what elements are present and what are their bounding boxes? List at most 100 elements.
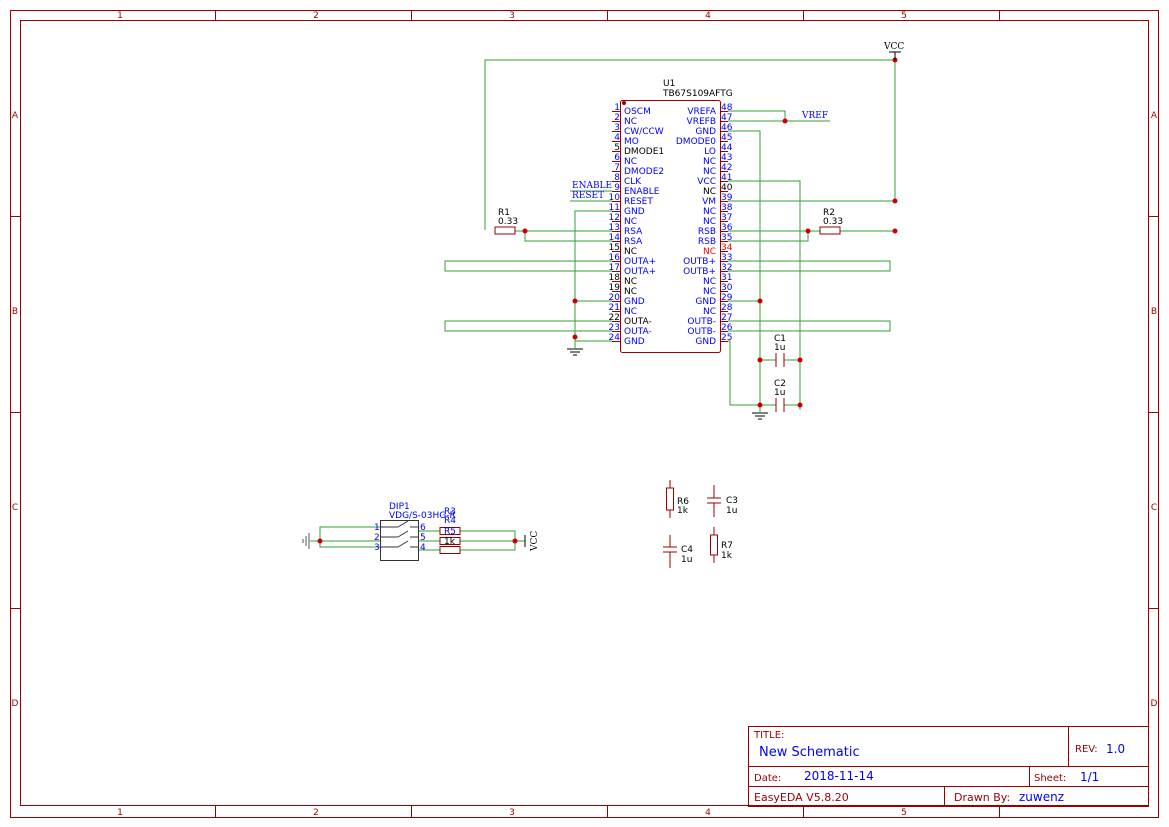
pin-name: RSA [624,237,643,247]
pin-number: 28 [721,303,733,313]
title_block-date_label: Date: [754,773,781,784]
pin-name: OUTB+ [683,257,716,267]
pin-name: OUTA- [624,317,652,327]
pin-name: NC [703,247,716,257]
column-label: 4 [705,11,711,21]
title-label: TITLE: [753,730,784,741]
resistor-r2[interactable]: R2 0.33 [819,208,843,235]
pin-number: 41 [721,173,732,183]
column-label: 3 [509,808,515,818]
pin-name: NC [624,307,637,317]
schematic-title: New Schematic [759,745,860,760]
software-version: EasyEDA V5.8.20 [754,791,849,804]
parts-dip1-pins_right-1: 5 [420,533,426,543]
pin-name: OUTB+ [683,267,716,277]
pin-number: 24 [609,333,621,343]
pin-name: NC [703,167,716,177]
pin-name: GND [624,337,645,347]
parts-dip1-pins_right-2: 4 [420,543,426,553]
pin-name: OUTB- [687,327,716,337]
column-label: 1 [117,808,123,818]
pin-name: RSB [698,227,716,237]
sheet-number: 1/1 [1080,770,1099,784]
capacitor-c3[interactable]: C3 1u [707,485,738,517]
column-label: 3 [509,11,515,21]
row-label: A [12,111,19,121]
title-block: TITLE: New Schematic REV: 1.0 Date: 2018… [748,726,1149,807]
pin-name: NC [703,217,716,227]
resistor-r7[interactable]: R7 1k [710,527,733,563]
pin-number: 10 [609,193,621,203]
pin-number: 21 [609,303,620,313]
capacitor-c1[interactable]: C1 1u [774,334,786,367]
row-label: D [12,699,19,709]
parts-r7-ref: R7 [721,541,733,551]
pin-number: 22 [609,313,620,323]
parts-r2-value: 0.33 [823,217,843,227]
pin-name: RSA [624,227,643,237]
parts-c3-ref: C3 [726,496,738,506]
pin-number: 42 [721,163,732,173]
net-label-reset: RESET [572,191,604,201]
pin-name: GND [624,297,645,307]
pin-number: 18 [609,273,621,283]
parts-r5-ref: R5 [444,527,456,537]
vcc-symbol-2: VCC [524,531,540,552]
wires [310,59,896,551]
pin-name: OUTA+ [624,257,656,267]
ic-value: TB67S109AFTG [662,89,733,99]
pin-name: GND [624,207,645,217]
pin-number: 17 [609,263,620,273]
capacitor-c2[interactable]: C2 1u [774,379,786,412]
pin-number: 7 [614,163,620,173]
pin-number: 47 [721,113,732,123]
vcc-label: VCC [883,42,904,52]
revision: 1.0 [1106,742,1125,756]
date: 2018-11-14 [804,769,874,783]
pin-number: 39 [721,193,733,203]
pin-name: CW/CCW [624,127,664,137]
pin-number: 43 [721,153,732,163]
parts-r7-value: 1k [721,551,733,561]
column-label: 2 [313,808,319,818]
pin-name: NC [624,277,637,287]
column-label: 2 [313,11,319,21]
column-label: 5 [901,11,907,21]
pin-number: 19 [609,283,621,293]
pin-number: 30 [721,283,733,293]
pin-name: OUTB- [687,317,716,327]
pin-number: 36 [721,223,733,233]
row-label: A [1151,111,1158,121]
pin-number: 26 [721,323,733,333]
parts-c3-value: 1u [726,506,737,516]
pin-name: DMODE0 [676,137,716,147]
title_block-drawn_label: Drawn By: [954,791,1010,804]
capacitor-c4[interactable]: C4 1u [663,535,693,568]
sheet-frame [10,10,1159,818]
parts-dip1-pins_left-2: 3 [374,543,380,553]
pin-number: 16 [609,253,621,263]
row-label: C [12,503,18,513]
pin-name: VM [702,197,716,207]
net-label-enable: ENABLE [572,181,612,191]
resistor-r1[interactable]: R1 0.33 [494,208,518,235]
pin-number: 20 [609,293,621,303]
schematic-canvas[interactable]: 1122334455A AB BC CD D VCC VCC VREF ENAB… [0,0,1169,827]
parts-c2-value: 1u [774,388,785,398]
parts-r6-value: 1k [677,506,689,516]
parts-c1-value: 1u [774,343,785,353]
pin-name: NC [624,117,637,127]
pin-number: 9 [614,183,620,193]
row-label: D [1151,699,1158,709]
author: zuwenz [1019,790,1064,804]
resistor-r6[interactable]: R6 1k [666,480,690,518]
pin-number: 1 [614,103,620,113]
pin-number: 48 [721,103,733,113]
ic-u1[interactable]: U1 TB67S109AFTG 1 OSCM 2 NC 3 CW/CCW 4 MO 5 DMODE… [609,79,733,353]
vcc-symbol: VCC [883,42,904,60]
parts-r1-value: 0.33 [498,217,518,227]
column-label: 4 [705,808,711,818]
parts-r4-ref: R4 [444,516,456,526]
pin-number: 32 [721,263,732,273]
pin-name: VCC [697,177,716,187]
